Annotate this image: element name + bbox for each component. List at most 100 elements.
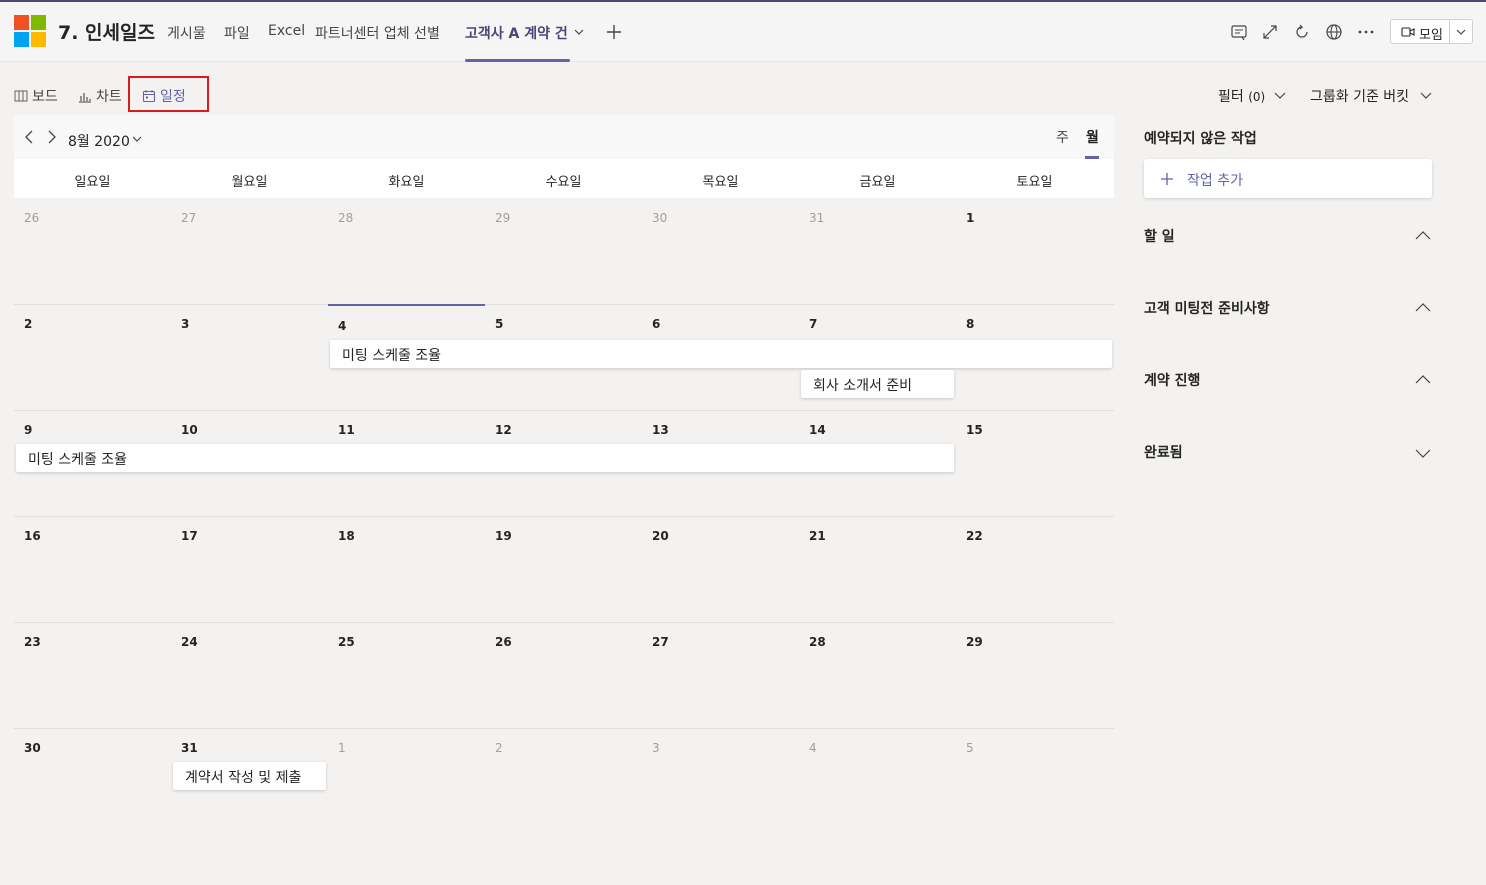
day-number[interactable]: 15 [966,423,983,437]
view-board-label: 보드 [32,89,58,105]
bucket-customer-meeting-prep[interactable]: 고객 미팅전 준비사항 [1144,298,1270,318]
day-number[interactable]: 19 [495,529,512,543]
chevron-down-icon[interactable] [130,132,144,146]
day-number[interactable]: 4 [338,319,346,333]
add-task-label: 작업 추가 [1187,173,1243,189]
day-number[interactable]: 29 [966,635,983,649]
day-number[interactable]: 25 [338,635,355,649]
month-label[interactable]: 8월 2020 [68,131,130,151]
day-number[interactable]: 31 [809,211,824,225]
add-tab-icon[interactable] [604,22,624,42]
week-view-toggle[interactable]: 주 [1056,127,1069,147]
day-number[interactable]: 5 [966,741,974,755]
day-number[interactable]: 1 [338,741,346,755]
bucket-contract-progress[interactable]: 계약 진행 [1144,370,1200,390]
week-divider [14,304,1114,305]
day-number[interactable]: 31 [181,741,198,755]
task-bar[interactable]: 계약서 작성 및 제출 [173,762,326,790]
task-bar[interactable]: 회사 소개서 준비 [801,370,954,398]
view-chart-button[interactable]: 차트 [78,86,122,106]
chart-icon [79,93,91,103]
day-number[interactable]: 28 [338,211,353,225]
day-number[interactable]: 9 [24,423,32,437]
day-number[interactable]: 1 [966,211,974,225]
day-number[interactable]: 30 [652,211,667,225]
unscheduled-tasks-title: 예약되지 않은 작업 [1144,131,1257,147]
view-board-button[interactable]: 보드 [14,86,58,106]
week-divider [14,516,1114,517]
meet-button[interactable]: 모임 [1390,19,1473,44]
next-month-icon[interactable] [45,129,59,145]
day-number[interactable]: 13 [652,423,669,437]
day-number[interactable]: 10 [181,423,198,437]
weekday-header: 일요일 월요일 화요일 수요일 목요일 금요일 토요일 [14,159,1114,198]
tab-posts[interactable]: 게시물 [167,23,206,43]
chevron-up-icon[interactable] [1414,227,1432,245]
day-number[interactable]: 22 [966,529,983,543]
active-tab-indicator [465,59,570,62]
day-number[interactable]: 26 [24,211,39,225]
day-number[interactable]: 29 [495,211,510,225]
tab-files[interactable]: 파일 [224,23,250,43]
day-number[interactable]: 14 [809,423,826,437]
day-number[interactable]: 7 [809,317,817,331]
expand-icon[interactable] [1260,22,1280,42]
day-number[interactable]: 6 [652,317,660,331]
chevron-down-icon[interactable] [1418,87,1434,103]
weekday-label: 수요일 [545,175,582,190]
tab-partner-center[interactable]: 파트너센터 업체 선별 [315,23,440,43]
week-divider [14,728,1114,729]
day-number[interactable]: 26 [495,635,512,649]
task-bar[interactable]: 미팅 스케줄 조율 [16,444,954,472]
filter-count: (0) [1248,90,1266,104]
day-number[interactable]: 24 [181,635,198,649]
day-number[interactable]: 27 [652,635,669,649]
tab-customer-contract[interactable]: 고객사 A 계약 건 [465,23,568,43]
day-number[interactable]: 20 [652,529,669,543]
day-number[interactable]: 28 [809,635,826,649]
day-number[interactable]: 11 [338,423,355,437]
day-number[interactable]: 5 [495,317,503,331]
day-number[interactable]: 23 [24,635,41,649]
day-number[interactable]: 21 [809,529,826,543]
bucket-completed[interactable]: 완료됨 [1144,442,1183,462]
more-options-icon[interactable] [1356,22,1376,42]
globe-icon[interactable] [1324,22,1344,42]
add-task-button[interactable]: 작업 추가 [1144,159,1432,198]
weekday-label: 금요일 [859,175,896,190]
day-number[interactable]: 18 [338,529,355,543]
tab-excel[interactable]: Excel [268,23,305,39]
chevron-up-icon[interactable] [1414,299,1432,317]
plus-icon [1161,173,1173,185]
chevron-down-icon[interactable] [1272,87,1288,103]
chevron-down-icon[interactable] [1414,444,1432,462]
day-number[interactable]: 30 [24,741,41,755]
day-number[interactable]: 8 [966,317,974,331]
chat-icon[interactable] [1229,22,1249,42]
day-number[interactable]: 2 [24,317,32,331]
task-bar[interactable]: 미팅 스케줄 조율 [330,340,1112,368]
week-divider [14,622,1114,623]
chevron-down-icon[interactable] [1454,25,1468,39]
month-view-toggle[interactable]: 월 [1086,127,1099,147]
weekday-label: 목요일 [702,175,739,190]
day-number[interactable]: 17 [181,529,198,543]
day-number[interactable]: 12 [495,423,512,437]
day-number[interactable]: 27 [181,211,196,225]
previous-month-icon[interactable] [22,129,36,145]
board-icon [14,90,28,102]
group-by-button[interactable]: 그룹화 기준 버킷 [1310,86,1409,106]
bucket-todo[interactable]: 할 일 [1144,226,1175,246]
today-indicator [328,304,485,306]
day-number[interactable]: 4 [809,741,817,755]
day-number[interactable]: 3 [181,317,189,331]
view-chart-label: 차트 [96,89,122,105]
chevron-up-icon[interactable] [1414,371,1432,389]
day-number[interactable]: 2 [495,741,503,755]
day-number[interactable]: 3 [652,741,660,755]
day-number[interactable]: 16 [24,529,41,543]
filter-button[interactable]: 필터 (0) [1218,86,1265,106]
chevron-down-icon[interactable] [572,25,586,39]
refresh-icon[interactable] [1292,22,1312,42]
channel-header: 7. 인세일즈 게시물 파일 Excel 파트너센터 업체 선별 고객사 A 계… [0,2,1486,62]
